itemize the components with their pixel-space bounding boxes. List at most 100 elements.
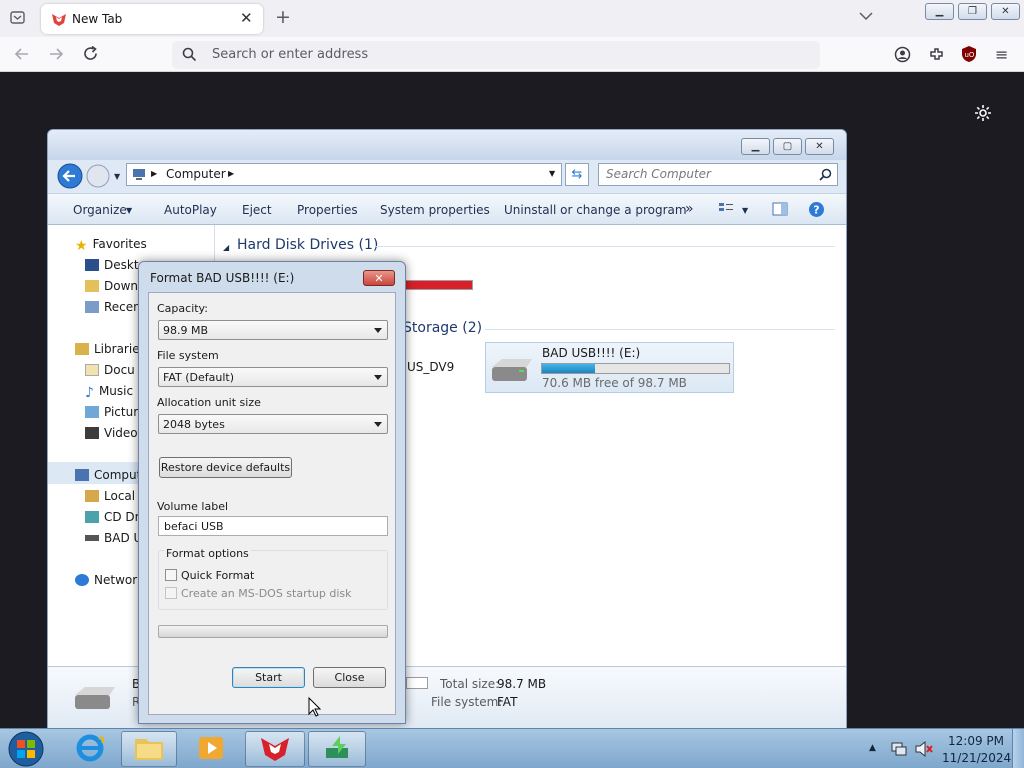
- nav-computer[interactable]: Comput: [75, 468, 141, 482]
- file-system-value: FAT (Default): [163, 371, 234, 384]
- quick-format-check-box[interactable]: [165, 569, 177, 581]
- nav-desktop[interactable]: Deskto: [85, 258, 146, 272]
- search-magnifier-icon[interactable]: [819, 168, 832, 184]
- details-usage-bar: [406, 677, 428, 689]
- eject-button[interactable]: Eject: [242, 203, 272, 217]
- extensions-icon[interactable]: [928, 46, 945, 66]
- minimize-window-icon[interactable]: ▁: [925, 3, 954, 20]
- explorer-minimize-icon[interactable]: ▁: [741, 138, 770, 155]
- removable-header[interactable]: Storage (2): [403, 320, 482, 336]
- format-options-label: Format options: [164, 547, 251, 560]
- restore-window-icon[interactable]: ❐: [958, 3, 987, 20]
- nav-pictures[interactable]: Pictur: [85, 405, 138, 419]
- forward-arrow-icon[interactable]: [48, 46, 64, 65]
- section-divider: [485, 329, 835, 330]
- address-bar[interactable]: ▶ Computer ▶ ▼: [126, 163, 562, 186]
- url-bar[interactable]: Search or enter address: [172, 41, 820, 69]
- restore-defaults-button[interactable]: Restore device defaults: [159, 457, 292, 478]
- file-system-label: File system:: [431, 695, 503, 709]
- nav-bad-usb[interactable]: BAD U: [85, 531, 142, 545]
- dialog-close-icon[interactable]: ✕: [363, 270, 395, 286]
- window-controls: ▁ ❐ ✕: [925, 3, 1020, 20]
- quick-format-checkbox[interactable]: Quick Format: [165, 569, 254, 582]
- nav-cd-drive[interactable]: CD Dr: [85, 510, 140, 524]
- nav-local-disk[interactable]: Local: [85, 489, 135, 503]
- tab-overflow-chevron-icon[interactable]: [859, 10, 873, 24]
- refresh-icon[interactable]: ⇆: [565, 163, 589, 186]
- collapse-hard-disks-icon[interactable]: ◢: [223, 243, 229, 252]
- details-usb-icon: [72, 685, 118, 716]
- other-drive-label[interactable]: US_DV9: [407, 360, 454, 374]
- preview-pane-icon[interactable]: [772, 202, 788, 219]
- taskbar-media-player-button[interactable]: [183, 731, 239, 767]
- taskbar-firefox-button[interactable]: [245, 731, 305, 767]
- usb-free-text: 70.6 MB free of 98.7 MB: [542, 376, 687, 390]
- breadcrumb-separator-icon[interactable]: ▶: [151, 169, 157, 178]
- nav-videos[interactable]: Video: [85, 426, 138, 440]
- format-progress-bar: [158, 625, 388, 638]
- nav-network[interactable]: Network: [75, 573, 144, 587]
- organize-chevron-icon[interactable]: ▼: [126, 206, 132, 215]
- reload-icon[interactable]: [82, 45, 99, 65]
- volume-label-caption: Volume label: [157, 500, 229, 513]
- taskbar-drive-tool-button[interactable]: [308, 731, 366, 767]
- view-chevron-icon[interactable]: ▼: [742, 206, 748, 215]
- msdos-disk-checkbox: Create an MS-DOS startup disk: [165, 587, 352, 600]
- start-button[interactable]: Start: [232, 667, 305, 688]
- hard-disks-header[interactable]: Hard Disk Drives (1): [237, 237, 378, 253]
- taskbar-ie-button[interactable]: [62, 731, 118, 767]
- change-view-icon[interactable]: [718, 202, 734, 219]
- search-icon: [182, 47, 197, 65]
- allocation-select[interactable]: 2048 bytes: [158, 414, 388, 434]
- explorer-search-input[interactable]: Search Computer: [598, 163, 838, 186]
- account-icon[interactable]: [894, 46, 911, 66]
- help-icon[interactable]: ?: [808, 201, 825, 221]
- explorer-forward-icon[interactable]: [86, 164, 110, 191]
- settings-gear-icon[interactable]: [974, 104, 992, 125]
- system-properties-button[interactable]: System properties: [380, 203, 490, 217]
- breadcrumb[interactable]: Computer: [166, 167, 226, 181]
- nav-libraries[interactable]: Libraries: [75, 342, 146, 356]
- nav-favorites[interactable]: ★ Favorites: [75, 237, 147, 254]
- browser-tab[interactable]: New Tab ✕: [41, 4, 263, 34]
- capacity-select[interactable]: 98.9 MB: [158, 320, 388, 340]
- explorer-titlebar: ▁ ▢ ✕: [48, 130, 846, 160]
- organize-button[interactable]: Organize: [73, 203, 127, 217]
- start-orb-icon[interactable]: [6, 730, 46, 768]
- properties-button[interactable]: Properties: [297, 203, 358, 217]
- show-desktop-button[interactable]: [1012, 729, 1024, 768]
- close-button[interactable]: Close: [313, 667, 386, 688]
- tab-list-icon[interactable]: [9, 9, 26, 30]
- nav-recent[interactable]: Recen: [85, 300, 141, 314]
- recent-pages-chevron-icon[interactable]: ▼: [114, 172, 120, 181]
- ublock-shield-icon[interactable]: uO: [961, 45, 977, 66]
- allocation-value: 2048 bytes: [163, 418, 225, 431]
- nav-music[interactable]: ♪ Music: [85, 384, 133, 401]
- menu-hamburger-icon[interactable]: ≡: [995, 45, 1008, 64]
- clock-date[interactable]: 11/21/2024: [942, 751, 1011, 765]
- command-bar: Organize ▼ AutoPlay Eject Properties Sys…: [48, 193, 846, 225]
- network-tray-icon[interactable]: [890, 740, 908, 761]
- volume-muted-icon[interactable]: [914, 740, 934, 761]
- taskbar-explorer-button[interactable]: [121, 731, 177, 767]
- volume-label-input[interactable]: befaci USB: [158, 516, 388, 536]
- autoplay-button[interactable]: AutoPlay: [164, 203, 217, 217]
- clock-time[interactable]: 12:09 PM: [948, 734, 1004, 748]
- file-system-select[interactable]: FAT (Default): [158, 367, 388, 387]
- explorer-maximize-icon[interactable]: ▢: [773, 138, 802, 155]
- close-tab-icon[interactable]: ✕: [240, 9, 253, 27]
- usb-drive-tile[interactable]: BAD USB!!!! (E:) 70.6 MB free of 98.7 MB: [485, 342, 734, 393]
- nav-documents[interactable]: Docu: [85, 363, 135, 377]
- new-tab-icon[interactable]: +: [275, 6, 291, 28]
- more-commands-button[interactable]: »: [685, 201, 694, 217]
- breadcrumb-chevron-icon[interactable]: ▶: [228, 169, 234, 178]
- nav-downloads[interactable]: Down: [85, 279, 138, 293]
- folder-icon: [133, 734, 165, 765]
- show-hidden-icons-chevron-icon[interactable]: ▲: [869, 743, 876, 753]
- back-arrow-icon[interactable]: [14, 46, 30, 65]
- address-dropdown-icon[interactable]: ▼: [549, 169, 555, 178]
- uninstall-program-button[interactable]: Uninstall or change a program: [504, 203, 687, 217]
- explorer-close-icon[interactable]: ✕: [805, 138, 834, 155]
- explorer-back-icon[interactable]: [57, 163, 83, 192]
- close-window-icon[interactable]: ✕: [991, 3, 1020, 20]
